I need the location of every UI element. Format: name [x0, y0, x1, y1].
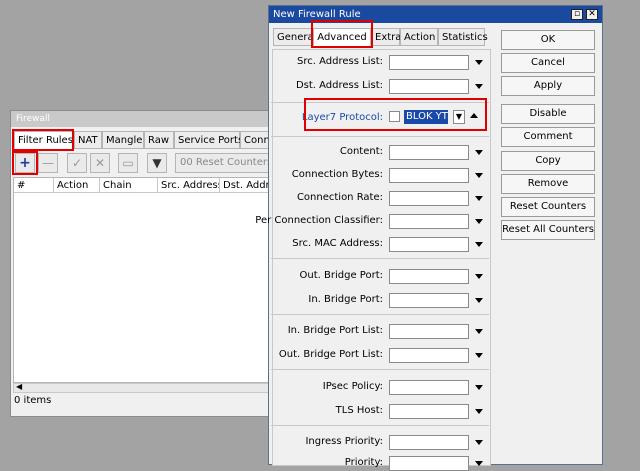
ingress-priority-field[interactable] — [389, 435, 469, 450]
out-bridge-port-dropdown-icon[interactable] — [475, 274, 483, 279]
per-connection-classifier-label: Per Connection Classifier: — [255, 215, 383, 226]
out-bridge-port-list-dropdown-icon[interactable] — [475, 353, 483, 358]
firewall-toolbar: + — ✓ ✕ ▭ ▼ 00 Reset Counters — [11, 153, 269, 173]
per-connection-classifier-field[interactable] — [389, 214, 469, 229]
highlight-advanced — [311, 20, 373, 48]
ingress-priority-label: Ingress Priority: — [305, 436, 383, 447]
dst-address-list-field[interactable] — [389, 79, 469, 94]
new-firewall-rule-window: New Firewall Rule ▫ ✕ General Advanced E… — [255, 5, 603, 471]
comment-icon[interactable]: ▭ — [118, 153, 138, 173]
remove-button[interactable]: Remove — [501, 174, 595, 194]
priority-field[interactable] — [389, 456, 469, 471]
connection-rate-label: Connection Rate: — [296, 192, 383, 203]
dst-address-list-dropdown-icon[interactable] — [475, 84, 483, 89]
content-label: Content: — [339, 146, 383, 157]
src-address-list-label: Src. Address List: — [297, 56, 383, 67]
tab-nat[interactable]: NAT — [74, 131, 102, 149]
tab-general[interactable]: General — [273, 28, 316, 46]
out-bridge-port-list-label: Out. Bridge Port List: — [278, 349, 383, 360]
in-bridge-port-dropdown-icon[interactable] — [475, 298, 483, 303]
connection-bytes-dropdown-icon[interactable] — [475, 173, 483, 178]
in-bridge-port-list-dropdown-icon[interactable] — [475, 329, 483, 334]
highlight-layer7 — [304, 98, 487, 131]
rule-tabs: General Advanced Extra Action Statistics — [269, 28, 489, 46]
connection-rate-dropdown-icon[interactable] — [475, 196, 483, 201]
separator — [271, 369, 489, 370]
tab-action[interactable]: Action — [400, 28, 438, 46]
connection-rate-field[interactable] — [389, 191, 469, 206]
connection-bytes-field[interactable] — [389, 168, 469, 183]
ipsec-policy-field[interactable] — [389, 380, 469, 395]
rules-table: # Action Chain Src. Address Dst. Addre — [13, 177, 270, 383]
tab-extra[interactable]: Extra — [371, 28, 401, 46]
column-action[interactable]: Action — [54, 178, 100, 193]
ipsec-policy-dropdown-icon[interactable] — [475, 385, 483, 390]
firewall-window: Firewall Filter Rules NAT Mangle Raw Ser… — [10, 110, 270, 417]
separator — [271, 314, 489, 315]
comment-button[interactable]: Comment — [501, 127, 595, 147]
tab-mangle[interactable]: Mangle — [102, 131, 144, 149]
ok-button[interactable]: OK — [501, 30, 595, 50]
highlight-add — [12, 151, 38, 175]
out-bridge-port-field[interactable] — [389, 269, 469, 284]
dst-address-list-label: Dst. Address List: — [295, 80, 383, 91]
tab-service-ports[interactable]: Service Ports — [174, 131, 243, 149]
src-address-list-dropdown-icon[interactable] — [475, 60, 483, 65]
ingress-priority-dropdown-icon[interactable] — [475, 440, 483, 445]
in-bridge-port-label: In. Bridge Port: — [308, 294, 383, 305]
filter-icon[interactable]: ▼ — [147, 153, 167, 173]
maximize-icon[interactable]: ▫ — [571, 9, 583, 20]
content-field[interactable] — [389, 145, 469, 160]
tls-host-dropdown-icon[interactable] — [475, 409, 483, 414]
priority-label: Priority: — [344, 457, 383, 468]
status-items: 0 items — [14, 395, 52, 406]
content-dropdown-icon[interactable] — [475, 150, 483, 155]
in-bridge-port-list-label: In. Bridge Port List: — [287, 325, 383, 336]
out-bridge-port-label: Out. Bridge Port: — [299, 270, 383, 281]
src-mac-address-field[interactable] — [389, 237, 469, 252]
reset-all-counters-button[interactable]: Reset All Counters — [501, 220, 595, 240]
tls-host-field[interactable] — [389, 404, 469, 419]
connection-bytes-label: Connection Bytes: — [291, 169, 383, 180]
src-mac-address-label: Src. MAC Address: — [292, 238, 383, 249]
firewall-title: Firewall — [11, 111, 269, 127]
enable-icon[interactable]: ✓ — [67, 153, 87, 173]
ipsec-policy-label: IPsec Policy: — [322, 381, 383, 392]
highlight-filter-rules — [12, 129, 74, 151]
disable-button[interactable]: Disable — [501, 104, 595, 124]
tab-connections[interactable]: Conn — [240, 131, 269, 149]
copy-button[interactable]: Copy — [501, 151, 595, 171]
cancel-button[interactable]: Cancel — [501, 53, 595, 73]
column-src-address[interactable]: Src. Address — [158, 178, 220, 193]
tab-statistics[interactable]: Statistics — [438, 28, 488, 46]
in-bridge-port-list-field[interactable] — [389, 324, 469, 339]
column-dst-address[interactable]: Dst. Addre — [220, 178, 270, 193]
column-number[interactable]: # — [14, 178, 54, 193]
reset-counters-button[interactable]: 00 Reset Counters — [175, 153, 269, 173]
close-icon[interactable]: ✕ — [586, 9, 598, 20]
in-bridge-port-field[interactable] — [389, 293, 469, 308]
out-bridge-port-list-field[interactable] — [389, 348, 469, 363]
remove-icon[interactable]: — — [38, 153, 58, 173]
per-connection-classifier-dropdown-icon[interactable] — [475, 219, 483, 224]
apply-button[interactable]: Apply — [501, 76, 595, 96]
reset-counters-button[interactable]: Reset Counters — [501, 197, 595, 217]
horizontal-scrollbar[interactable]: ◀ — [13, 382, 269, 393]
priority-dropdown-icon[interactable] — [475, 461, 483, 466]
separator — [271, 258, 489, 259]
tls-host-label: TLS Host: — [335, 405, 383, 416]
column-chain[interactable]: Chain — [100, 178, 158, 193]
separator — [271, 425, 489, 426]
src-address-list-field[interactable] — [389, 55, 469, 70]
disable-icon[interactable]: ✕ — [90, 153, 110, 173]
separator — [271, 136, 489, 137]
tab-raw[interactable]: Raw — [144, 131, 174, 149]
scroll-left-icon[interactable]: ◀ — [16, 382, 22, 391]
src-mac-address-dropdown-icon[interactable] — [475, 242, 483, 247]
